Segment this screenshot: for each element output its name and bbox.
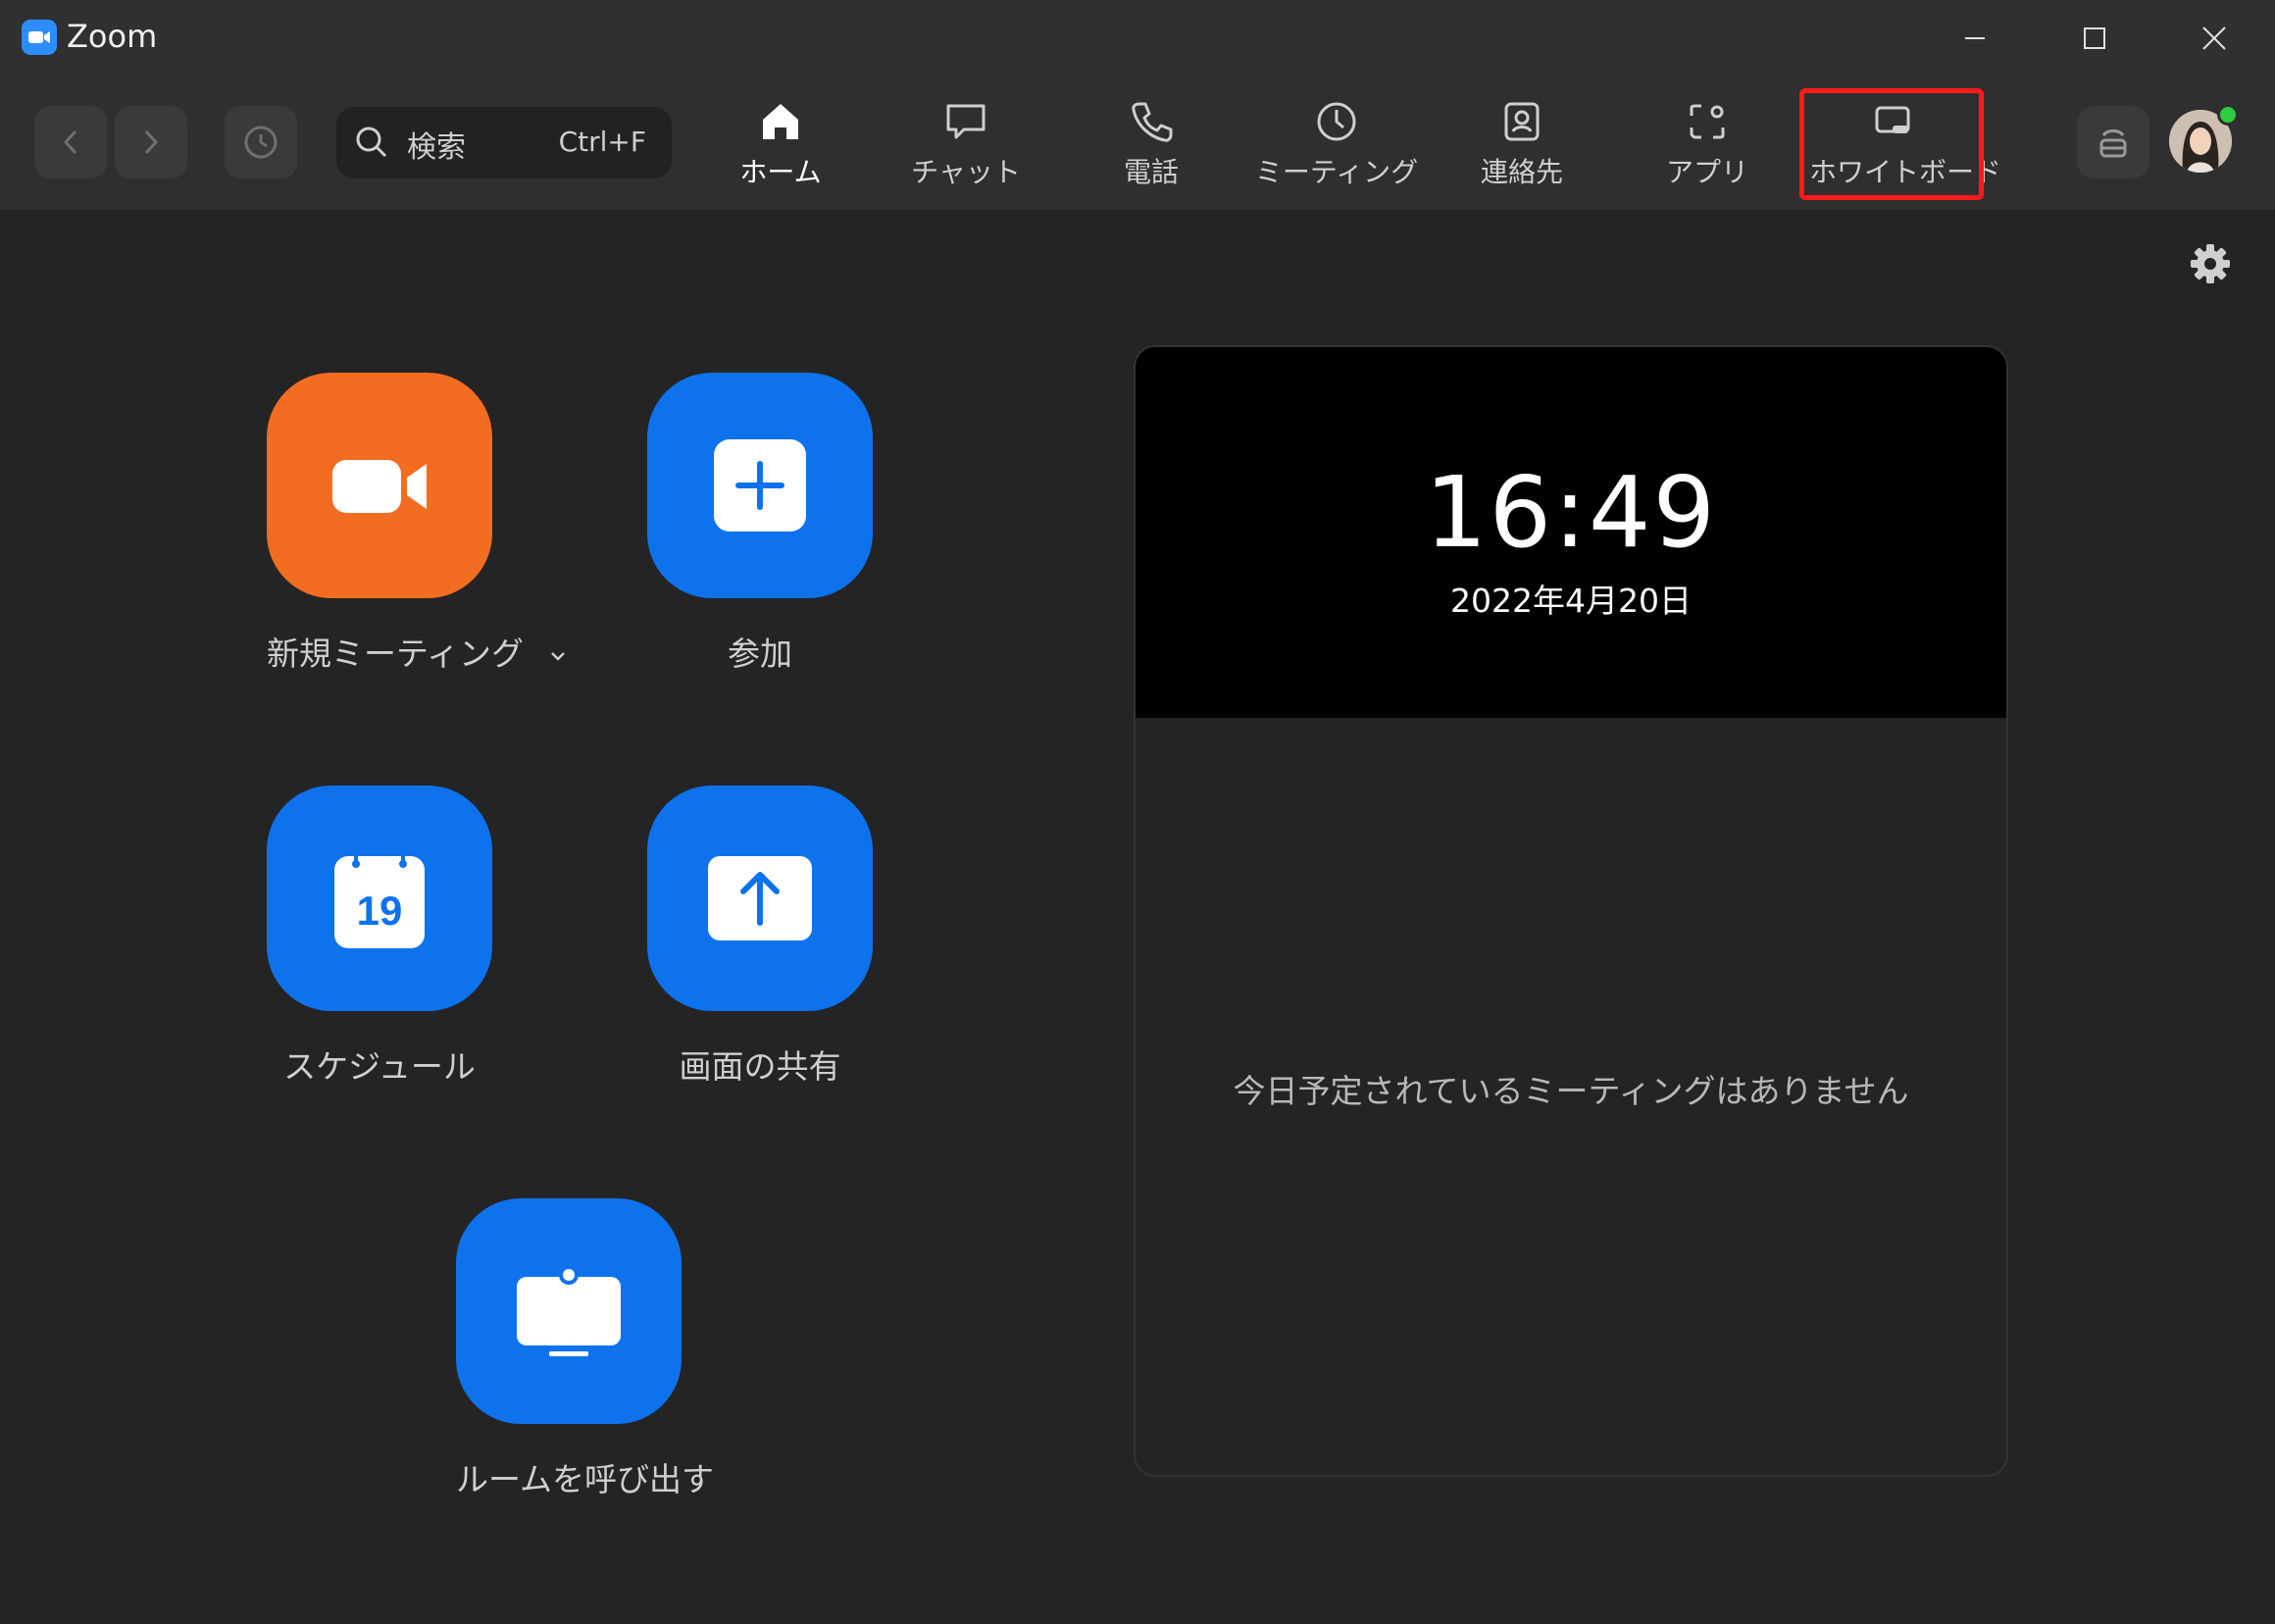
title-bar: Zoom <box>0 0 2275 77</box>
schedule-action[interactable]: 19 スケジュール <box>267 786 492 1088</box>
tab-home[interactable]: ホーム <box>697 98 864 200</box>
search-placeholder: 検索 <box>407 130 466 165</box>
close-icon <box>2202 26 2226 50</box>
tab-phone[interactable]: 電話 <box>1068 98 1235 200</box>
tab-label: ホーム <box>739 156 822 188</box>
minimize-icon <box>1965 37 1985 39</box>
gear-icon <box>2191 244 2230 283</box>
schedule-button[interactable]: 19 <box>267 786 492 1011</box>
plus-icon <box>714 439 806 532</box>
maximize-icon <box>2084 27 2105 49</box>
clock-header: 16:49 2022年4月20日 <box>1136 347 2006 718</box>
share-screen-label: 画面の共有 <box>679 1047 841 1086</box>
maximize-button[interactable] <box>2065 14 2124 63</box>
current-time: 16:49 <box>1424 455 1718 570</box>
join-action[interactable]: 参加 <box>647 373 873 675</box>
schedule-label: スケジュール <box>283 1047 476 1086</box>
history-button[interactable] <box>225 106 297 178</box>
huddle-icon <box>2099 129 2127 158</box>
phone-icon <box>1132 102 1173 142</box>
zoom-logo-icon <box>22 20 57 55</box>
apps-icon <box>1690 104 1725 139</box>
call-room-button[interactable] <box>456 1198 682 1424</box>
current-date: 2022年4月20日 <box>1450 582 1692 620</box>
tab-label: チャット <box>911 156 1021 188</box>
call-room-label: ルームを呼び出す <box>456 1460 715 1498</box>
chevron-left-icon <box>63 129 77 155</box>
tab-chat[interactable]: チャット <box>883 98 1049 200</box>
no-meetings-message: 今日予定されているミーティングはありません <box>1233 1072 1909 1110</box>
search-icon <box>356 127 387 158</box>
tab-label: 連絡先 <box>1480 156 1563 188</box>
clock-icon <box>1317 102 1356 141</box>
search-shortcut: Ctrl+F <box>558 126 646 158</box>
huddle-button[interactable] <box>2077 106 2149 178</box>
back-button[interactable] <box>34 106 107 178</box>
share-screen-action[interactable]: 画面の共有 <box>647 786 873 1088</box>
chevron-right-icon <box>144 129 159 155</box>
tab-label: ミーティング <box>1254 156 1419 188</box>
tab-label: アプリ <box>1665 156 1748 188</box>
chat-bubble-icon <box>946 104 986 139</box>
window-title: Zoom <box>67 18 158 55</box>
new-meeting-label: 新規ミーティング <box>267 628 565 675</box>
join-button[interactable] <box>647 373 873 598</box>
join-label: 参加 <box>728 634 792 673</box>
video-camera-icon <box>332 460 427 513</box>
whiteboard-highlight-box <box>1799 88 1984 200</box>
monitor-icon <box>517 1265 621 1356</box>
forward-button[interactable] <box>115 106 187 178</box>
minimize-button[interactable] <box>1946 14 2004 63</box>
calendar-icon: 19 <box>334 846 425 948</box>
calendar-day: 19 <box>357 888 403 934</box>
close-button[interactable] <box>2185 14 2244 63</box>
home-icon <box>763 104 798 139</box>
tab-contacts[interactable]: 連絡先 <box>1439 98 1605 200</box>
share-screen-button[interactable] <box>647 786 873 1011</box>
online-status-badge <box>2217 104 2239 126</box>
tab-meetings[interactable]: ミーティング <box>1253 98 1420 200</box>
tab-apps[interactable]: アプリ <box>1624 98 1791 200</box>
tab-label: 電話 <box>1123 156 1179 188</box>
contact-card-icon <box>1504 102 1540 141</box>
settings-button[interactable] <box>2187 240 2234 287</box>
new-meeting-button[interactable] <box>267 373 492 598</box>
call-room-action[interactable]: ルームを呼び出す <box>456 1198 715 1500</box>
search-input[interactable]: 検索 Ctrl+F <box>336 107 672 178</box>
meetings-panel: 16:49 2022年4月20日 今日予定されているミーティングはありません <box>1134 345 2008 1477</box>
upload-arrow-icon <box>708 856 812 940</box>
new-meeting-action[interactable]: 新規ミーティング <box>267 373 565 675</box>
chevron-down-icon <box>551 651 565 661</box>
history-icon <box>244 126 278 159</box>
